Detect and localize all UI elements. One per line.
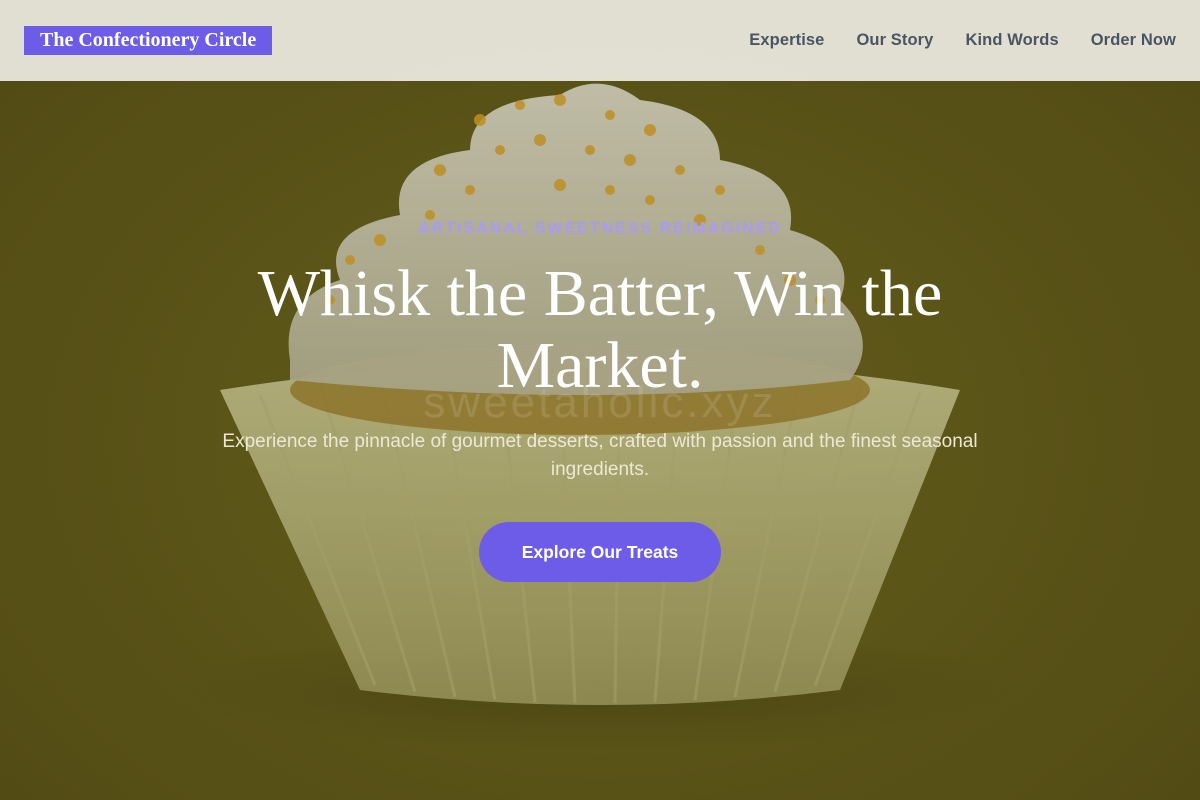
nav-link-our-story[interactable]: Our Story (856, 31, 933, 50)
nav-link-expertise[interactable]: Expertise (749, 31, 824, 50)
nav-link-order-now[interactable]: Order Now (1091, 31, 1176, 50)
hero-content: ARTISANAL SWEETNESS REIMAGINED Whisk the… (0, 0, 1200, 800)
hero-subtext: Experience the pinnacle of gourmet desse… (222, 431, 978, 480)
main-nav: Expertise Our Story Kind Words Order Now (749, 31, 1176, 50)
site-header: The Confectionery Circle Expertise Our S… (0, 0, 1200, 81)
hero-headline: Whisk the Batter, Win the Market. (257, 257, 943, 402)
brand-logo[interactable]: The Confectionery Circle (24, 26, 273, 55)
hero-eyebrow: ARTISANAL SWEETNESS REIMAGINED (418, 220, 782, 237)
explore-treats-button[interactable]: Explore Our Treats (479, 522, 721, 582)
nav-link-kind-words[interactable]: Kind Words (965, 31, 1058, 50)
